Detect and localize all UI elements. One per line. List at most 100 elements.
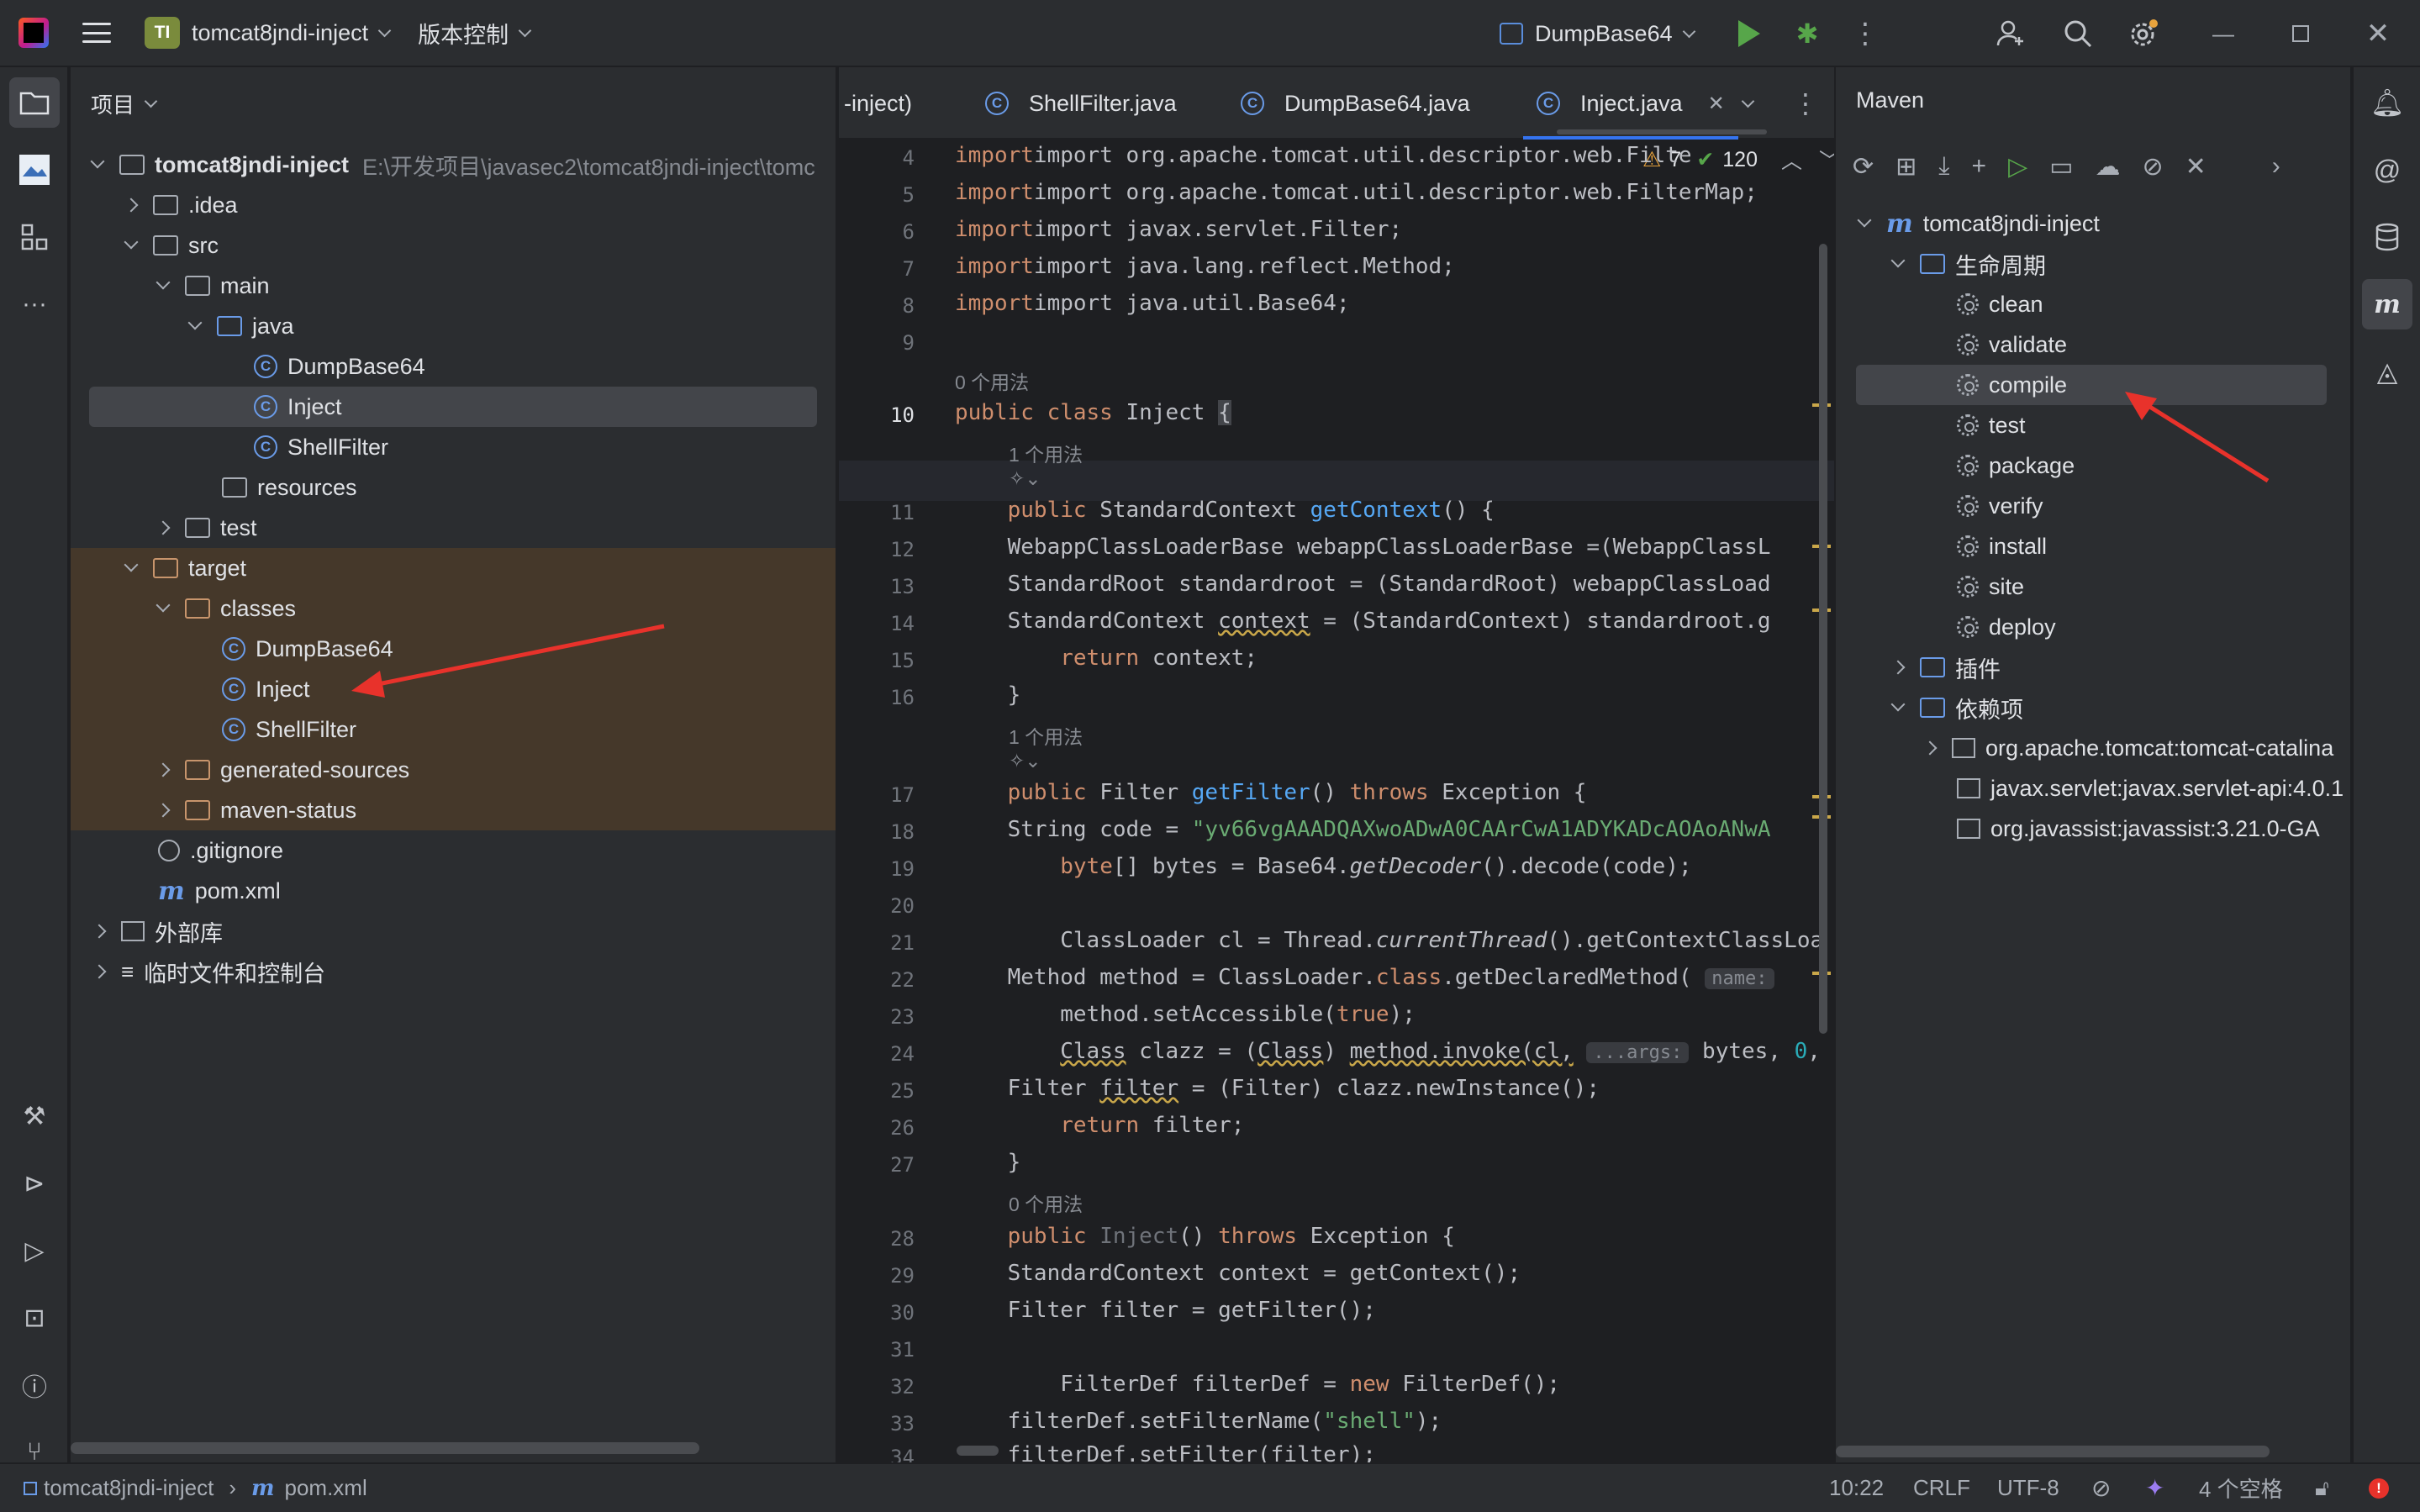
- code-line[interactable]: importimport java.util.Base64;: [955, 291, 1350, 316]
- horizontal-scrollbar[interactable]: [71, 1442, 699, 1454]
- intellij-logo-icon[interactable]: [18, 18, 49, 48]
- horizontal-scrollbar[interactable]: [1836, 1446, 2270, 1457]
- ai-suggest-icon[interactable]: ✧⌄: [1009, 467, 1041, 490]
- account-button[interactable]: [1994, 0, 2027, 67]
- tree-item-gitignore[interactable]: .gitignore: [71, 830, 836, 871]
- maven-goal-package[interactable]: package: [1836, 445, 2075, 486]
- tree-item-resources[interactable]: resources: [71, 467, 836, 508]
- main-menu-icon[interactable]: [82, 18, 111, 47]
- tree-item-classes-inject[interactable]: C Inject: [71, 669, 836, 709]
- tree-item-classes-shellfilter[interactable]: C ShellFilter: [71, 709, 836, 750]
- unlock-icon[interactable]: 🔓︎: [2315, 1464, 2329, 1512]
- tree-item-dumpbase64[interactable]: C DumpBase64: [71, 346, 836, 387]
- code-line[interactable]: StandardRoot standardroot = (StandardRoo…: [955, 572, 1771, 597]
- maven-goal-deploy[interactable]: deploy: [1836, 607, 2056, 647]
- tab-more-button[interactable]: ⋮: [1792, 67, 1819, 140]
- usage-hint[interactable]: 1 个用法: [1009, 439, 1083, 467]
- collapse-all-icon[interactable]: ✕: [2185, 152, 2206, 182]
- code-line[interactable]: public class Inject {: [955, 400, 1231, 425]
- code-line[interactable]: ClassLoader cl = Thread.currentThread().…: [955, 928, 1823, 953]
- maven-dependency[interactable]: org.javassist:javassist:3.21.0-GA: [1836, 809, 2320, 849]
- tree-item-inject[interactable]: C Inject: [89, 387, 817, 427]
- tree-item-idea[interactable]: .idea: [71, 185, 836, 225]
- code-line[interactable]: public Filter getFilter() throws Excepti…: [955, 780, 1587, 805]
- tree-item-pom[interactable]: m pom.xml: [71, 871, 836, 911]
- problems-tool-button[interactable]: ⓘ: [9, 1360, 60, 1410]
- maven-dependency[interactable]: org.apache.tomcat:tomcat-catalina: [1836, 728, 2333, 768]
- ai-assistant-button[interactable]: @: [2362, 145, 2412, 195]
- indent-setting[interactable]: 4 个空格: [2199, 1464, 2283, 1512]
- ai-status-icon[interactable]: ✦: [2145, 1464, 2164, 1512]
- add-icon[interactable]: +: [1972, 152, 1987, 181]
- vcs-menu[interactable]: 版本控制: [418, 17, 532, 50]
- database-button[interactable]: [2362, 212, 2412, 262]
- debug-button[interactable]: ✱: [1790, 0, 1824, 67]
- file-encoding[interactable]: UTF-8: [1997, 1464, 2059, 1512]
- close-tab-icon[interactable]: ✕: [1708, 92, 1725, 116]
- maven-goal-verify[interactable]: verify: [1836, 486, 2043, 526]
- next-highlight-icon[interactable]: ﹀: [1819, 145, 1834, 175]
- usage-hint[interactable]: 0 个用法: [955, 366, 1029, 395]
- maven-goal-validate[interactable]: validate: [1836, 324, 2067, 365]
- code-line[interactable]: filterDef.setFilter(filter);: [955, 1442, 1376, 1462]
- restore-button[interactable]: [2288, 0, 2313, 67]
- run-maven-icon[interactable]: ▷: [2008, 152, 2027, 182]
- tree-item-generated-sources[interactable]: generated-sources: [71, 750, 836, 790]
- tree-item-classes[interactable]: classes: [71, 588, 836, 629]
- ai-suggest-icon[interactable]: ✧⌄: [1009, 750, 1041, 772]
- close-window-button[interactable]: ✕: [2365, 0, 2391, 67]
- code-line[interactable]: Method method = ClassLoader.class.getDec…: [955, 965, 1774, 990]
- settings-button[interactable]: [2127, 0, 2160, 67]
- tree-item-maven-status[interactable]: maven-status: [71, 790, 836, 830]
- tree-item-test[interactable]: test: [71, 508, 836, 548]
- run-config-selector[interactable]: DumpBase64: [1500, 0, 1695, 67]
- maven-project[interactable]: m tomcat8jndi-inject: [1836, 203, 2100, 244]
- code-line[interactable]: method.setAccessible(true);: [955, 1002, 1416, 1027]
- notifications-button[interactable]: 🔔︎: [2362, 77, 2412, 128]
- skip-tests-icon[interactable]: ⊘: [2143, 152, 2164, 182]
- more-tools-button[interactable]: ···: [9, 279, 60, 329]
- code-line[interactable]: public StandardContext getContext() {: [955, 498, 1495, 523]
- code-line[interactable]: return context;: [955, 645, 1257, 671]
- code-line[interactable]: Filter filter = getFilter();: [955, 1298, 1376, 1323]
- maven-tool-button[interactable]: m: [2362, 279, 2412, 329]
- code-line[interactable]: Filter filter = (Filter) clazz.newInstan…: [955, 1076, 1600, 1101]
- project-switcher[interactable]: TI tomcat8jndi-inject: [145, 17, 392, 49]
- tree-item-src[interactable]: src: [71, 225, 836, 266]
- usage-hint[interactable]: 0 个用法: [1009, 1188, 1083, 1217]
- code-line[interactable]: FilterDef filterDef = new FilterDef();: [955, 1372, 1560, 1397]
- tab-pom[interactable]: -inject): [844, 67, 912, 140]
- project-tool-button[interactable]: [9, 77, 60, 128]
- more-actions-button[interactable]: ⋮: [1851, 0, 1880, 67]
- no-inspections-icon[interactable]: ⊘: [2091, 1464, 2111, 1512]
- code-line[interactable]: WebappClassLoaderBase webappClassLoaderB…: [955, 535, 1771, 560]
- tree-item-target[interactable]: target: [71, 548, 836, 588]
- code-line[interactable]: public Inject() throws Exception {: [955, 1224, 1455, 1249]
- code-line[interactable]: }: [955, 682, 1021, 708]
- search-button[interactable]: [2061, 0, 2095, 67]
- download-icon[interactable]: ⤓: [1938, 152, 1949, 181]
- code-line[interactable]: importimport org.apache.tomcat.util.desc…: [955, 143, 1692, 168]
- code-line[interactable]: Class clazz = (Class) method.invoke(cl, …: [955, 1039, 1834, 1064]
- execute-goal-icon[interactable]: ▭: [2049, 152, 2073, 182]
- minimize-button[interactable]: —: [2211, 0, 2236, 67]
- maven-goal-test[interactable]: test: [1836, 405, 2026, 445]
- offline-icon[interactable]: ☁: [2096, 152, 2121, 182]
- prev-highlight-icon[interactable]: ︿: [1781, 145, 1802, 175]
- reload-icon[interactable]: ⟳: [1853, 152, 1874, 182]
- code-line[interactable]: StandardContext context = (StandardConte…: [955, 608, 1771, 634]
- services-tool-button[interactable]: ⊳: [9, 1158, 60, 1209]
- usage-hint[interactable]: 1 个用法: [1009, 721, 1083, 750]
- tabs-scrollbar[interactable]: [1557, 129, 1767, 134]
- caret-position[interactable]: 10:22: [1829, 1464, 1884, 1512]
- code-line[interactable]: importimport org.apache.tomcat.util.desc…: [955, 180, 1758, 205]
- horizontal-scrollbar[interactable]: [957, 1446, 999, 1456]
- vertical-scrollbar[interactable]: [1819, 244, 1827, 1034]
- maven-goal-clean[interactable]: clean: [1836, 284, 2043, 324]
- tree-item-java[interactable]: java: [71, 306, 836, 346]
- tree-item-classes-dumpbase64[interactable]: C DumpBase64: [71, 629, 836, 669]
- terminal-tool-button[interactable]: ⊡: [9, 1293, 60, 1343]
- code-line[interactable]: StandardContext context = getContext();: [955, 1261, 1521, 1286]
- run-button[interactable]: [1737, 0, 1762, 67]
- error-indicator[interactable]: !: [2369, 1464, 2389, 1512]
